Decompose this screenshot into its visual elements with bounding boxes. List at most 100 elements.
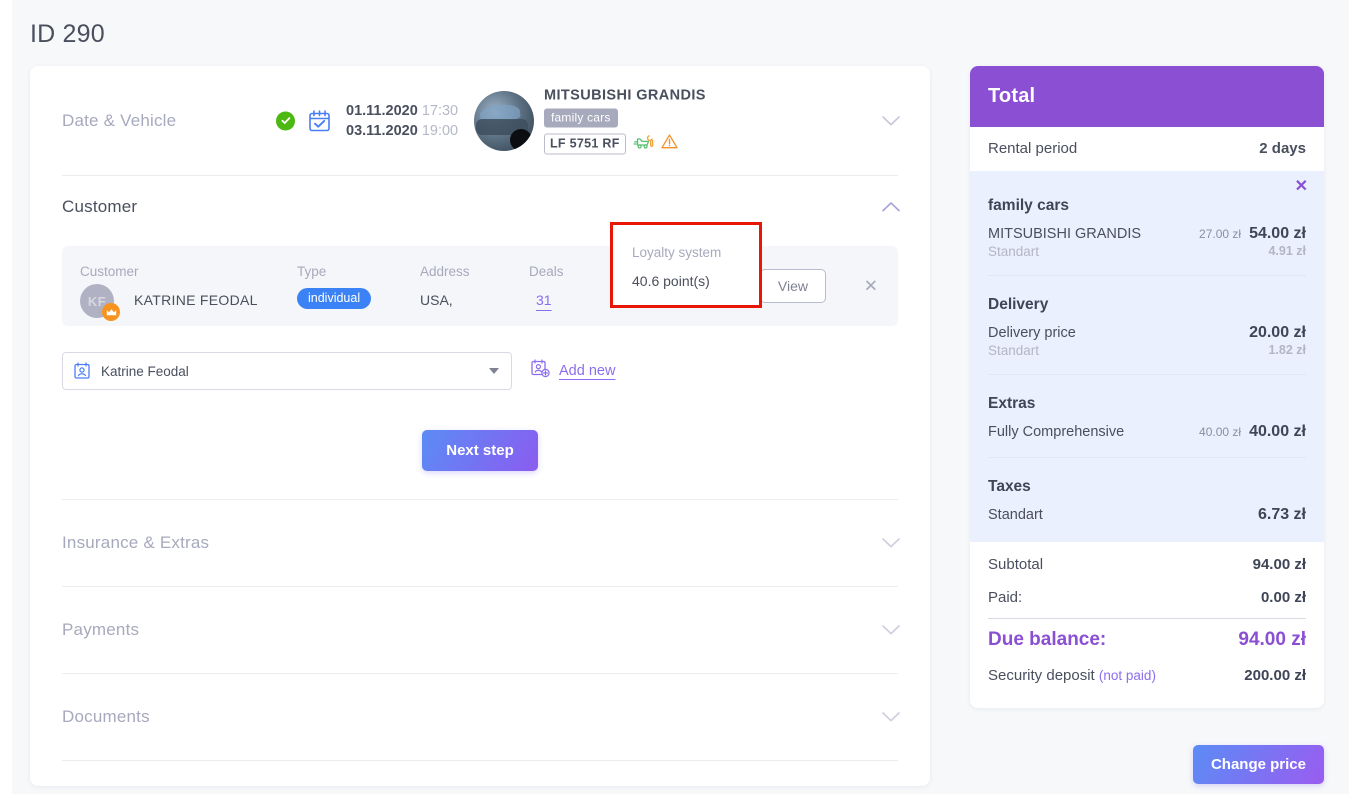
- deals-count-link[interactable]: 31: [536, 292, 552, 308]
- check-circle-icon: [276, 111, 295, 130]
- security-deposit-text: Security deposit: [988, 667, 1095, 684]
- group-title-taxes: Taxes: [988, 478, 1031, 495]
- line-item-unit-price: 40.00 zł: [1199, 425, 1242, 439]
- line-item: Delivery price 20.00 zł Standart 1.82 zł: [988, 320, 1306, 364]
- line-item-unit-price: 27.00 zł: [1199, 227, 1242, 241]
- line-item-name: MITSUBISHI GRANDIS: [988, 226, 1142, 242]
- change-price-wrapper: Change price: [970, 745, 1324, 784]
- add-new-label: Add new: [559, 363, 616, 379]
- customer-address: USA,: [420, 292, 453, 308]
- customer-select[interactable]: Katrine Feodal: [62, 352, 512, 390]
- page-title: ID 290: [30, 20, 105, 48]
- customer-name: KATRINE FEODAL: [134, 292, 258, 308]
- vehicle-plate: LF 5751 RF: [544, 133, 626, 154]
- app-root: ID 290 Date & Vehicle 01.11.2020 17:30 0…: [0, 0, 1349, 794]
- column-header-type: Type: [297, 264, 327, 279]
- line-item: MITSUBISHI GRANDIS 27.00 zł 54.00 zł Sta…: [988, 221, 1306, 265]
- section-date-vehicle[interactable]: Date & Vehicle 01.11.2020 17:30 03.11.20…: [30, 66, 930, 175]
- section-label-documents: Documents: [62, 707, 150, 726]
- loyalty-system-highlight: Loyalty system 40.6 point(s): [610, 222, 762, 308]
- line-item-name: Fully Comprehensive: [988, 424, 1125, 440]
- total-summary: Subtotal 94.00 zł Paid: 0.00 zł Due bala…: [970, 542, 1324, 708]
- loyalty-points-value: 40.6 point(s): [632, 273, 710, 289]
- section-insurance-extras[interactable]: Insurance & Extras: [30, 500, 930, 586]
- subtotal-row: Subtotal 94.00 zł: [988, 548, 1306, 581]
- column-header-deals: Deals: [529, 264, 564, 279]
- divider: [62, 760, 898, 761]
- booking-card: Date & Vehicle 01.11.2020 17:30 03.11.20…: [30, 66, 930, 786]
- calendar-check-icon: [307, 108, 332, 133]
- line-item-total: 40.00 zł: [1249, 423, 1306, 440]
- crown-icon: [102, 303, 120, 321]
- group-title-family-cars: family cars: [988, 197, 1069, 214]
- customer-select-value: Katrine Feodal: [101, 363, 189, 379]
- column-header-customer: Customer: [80, 264, 139, 279]
- security-deposit-row: Security deposit (not paid) 200.00 zł: [988, 659, 1306, 692]
- group-title-delivery: Delivery: [988, 296, 1049, 313]
- section-label-customer: Customer: [62, 197, 138, 216]
- line-item-sub-name: Standart: [988, 244, 1040, 259]
- end-time: 19:00: [421, 122, 459, 139]
- line-item-total: 54.00 zł: [1249, 225, 1306, 242]
- price-breakdown: ✕ family cars MITSUBISHI GRANDIS 27.00 z…: [970, 171, 1324, 542]
- rental-period-row: Rental period 2 days: [970, 127, 1324, 171]
- car-wheel: [510, 128, 532, 151]
- change-price-button[interactable]: Change price: [1192, 745, 1324, 784]
- line-item: Standart 6.73 zł: [988, 502, 1306, 530]
- end-date: 03.11.2020: [346, 122, 418, 139]
- start-time: 17:30: [421, 102, 459, 119]
- paid-row: Paid: 0.00 zł: [988, 581, 1306, 614]
- chevron-up-icon[interactable]: [880, 196, 902, 218]
- paid-value: 0.00 zł: [1260, 589, 1306, 606]
- vehicle-class-tag: family cars: [544, 108, 618, 127]
- rental-period-label: Rental period: [988, 140, 1078, 157]
- caret-down-icon[interactable]: [489, 368, 499, 374]
- line-item-name: Delivery price: [988, 325, 1076, 341]
- status-badge: individual: [297, 288, 372, 309]
- customer-summary-panel: Customer Type Address Deals KF KATRINE F…: [62, 222, 898, 326]
- vehicle-info: MITSUBISHI GRANDIS family cars LF 5751 R…: [544, 87, 706, 154]
- chevron-down-icon[interactable]: [880, 110, 902, 132]
- close-icon[interactable]: ✕: [1295, 179, 1308, 195]
- section-payments[interactable]: Payments: [30, 587, 930, 673]
- vehicle-name: MITSUBISHI GRANDIS: [544, 87, 706, 103]
- subtotal-label: Subtotal: [988, 556, 1044, 573]
- line-item: Fully Comprehensive 40.00 zł 40.00 zł: [988, 419, 1306, 447]
- next-step-wrapper: Next step: [30, 430, 930, 471]
- warning-triangle-icon[interactable]: [661, 133, 678, 154]
- section-documents[interactable]: Documents: [30, 674, 930, 760]
- total-panel: Total Rental period 2 days ✕ family cars…: [970, 66, 1324, 708]
- paid-label: Paid:: [988, 589, 1023, 606]
- start-date: 01.11.2020: [346, 102, 418, 119]
- column-header-loyalty: Loyalty system: [632, 245, 722, 260]
- line-item-total: 6.73 zł: [1257, 506, 1306, 523]
- group-title-extras: Extras: [988, 395, 1036, 412]
- vehicle-avatar: [474, 90, 534, 151]
- total-panel-title: Total: [970, 66, 1324, 127]
- section-label-payments: Payments: [62, 620, 140, 639]
- page-background: ID 290 Date & Vehicle 01.11.2020 17:30 0…: [12, 0, 1349, 794]
- close-icon[interactable]: ✕: [864, 278, 878, 295]
- chevron-down-icon[interactable]: [880, 706, 902, 728]
- subtotal-value: 94.00 zł: [1252, 556, 1306, 573]
- security-deposit-value: 200.00 zł: [1244, 667, 1306, 684]
- rental-period-value: 2 days: [1259, 140, 1306, 157]
- section-customer[interactable]: Customer: [30, 176, 930, 238]
- due-balance-row: Due balance: 94.00 zł: [988, 621, 1306, 659]
- view-button[interactable]: View: [759, 269, 826, 303]
- add-new-customer-button[interactable]: Add new: [530, 359, 615, 383]
- chevron-down-icon[interactable]: [880, 619, 902, 641]
- vehicle-plate-row: LF 5751 RF: [544, 133, 706, 154]
- section-label-insurance-extras: Insurance & Extras: [62, 533, 210, 552]
- add-contact-icon: [530, 359, 550, 383]
- chevron-down-icon[interactable]: [880, 532, 902, 554]
- line-item-sub-value: 4.91 zł: [1268, 244, 1306, 258]
- line-item-total: 20.00 zł: [1249, 324, 1306, 341]
- due-balance-label: Due balance:: [988, 629, 1107, 650]
- section-label-date-vehicle: Date & Vehicle: [62, 110, 177, 130]
- security-deposit-note: (not paid): [1098, 668, 1156, 683]
- next-step-button[interactable]: Next step: [422, 430, 538, 471]
- car-repair-icon[interactable]: [633, 133, 654, 154]
- line-item-sub-name: Standart: [988, 343, 1040, 358]
- customer-select-row: Katrine Feodal Add new: [62, 352, 898, 390]
